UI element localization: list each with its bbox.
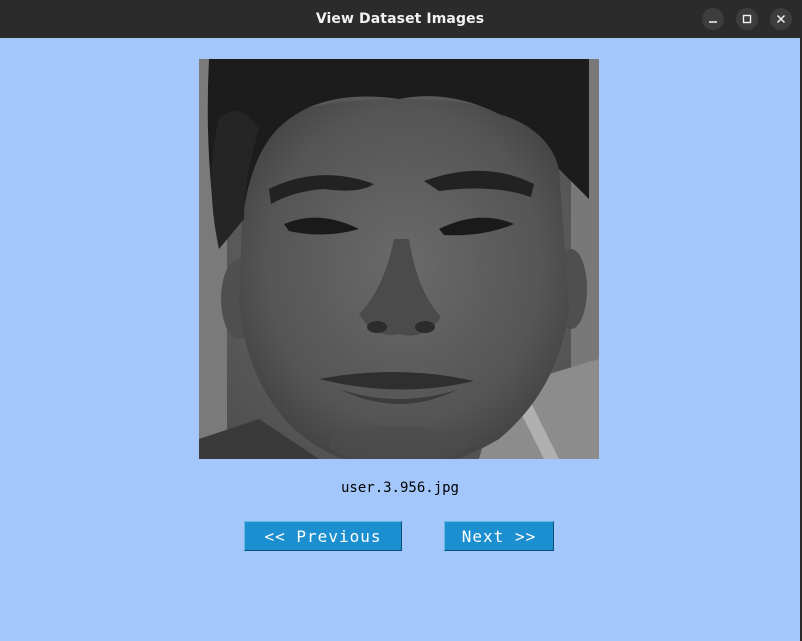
minimize-button[interactable]	[702, 8, 724, 30]
minimize-icon	[709, 21, 717, 23]
close-button[interactable]	[770, 8, 792, 30]
dataset-viewer-window: View Dataset Images user.3.956.jpg << Pr…	[0, 0, 800, 641]
maximize-button[interactable]	[736, 8, 758, 30]
maximize-icon	[742, 14, 752, 24]
previous-button[interactable]: << Previous	[244, 521, 402, 551]
close-icon	[776, 14, 786, 24]
image-filename: user.3.956.jpg	[340, 480, 459, 496]
dataset-image	[199, 59, 599, 459]
next-button[interactable]: Next >>	[444, 521, 554, 551]
face-photo	[199, 59, 599, 459]
window-title: View Dataset Images	[315, 11, 485, 27]
title-bar[interactable]: View Dataset Images	[0, 0, 800, 38]
